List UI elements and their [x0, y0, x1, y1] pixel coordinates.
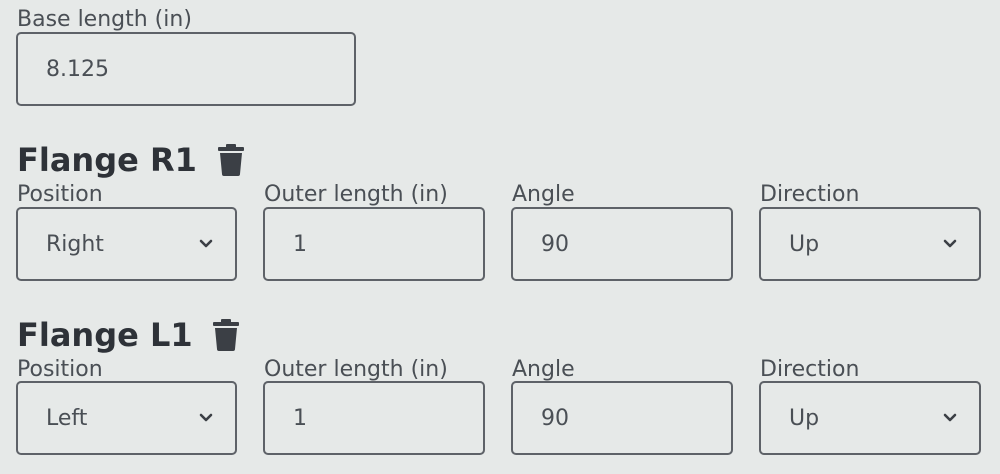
position-label: Position	[17, 357, 103, 382]
trash-icon[interactable]	[218, 144, 244, 176]
direction-label: Direction	[760, 357, 860, 382]
position-select[interactable]: Left	[16, 381, 237, 455]
position-select[interactable]: Right	[16, 207, 237, 281]
chevron-down-icon	[199, 413, 213, 422]
chevron-down-icon	[199, 239, 213, 248]
outer-length-label: Outer length (in)	[264, 357, 448, 382]
base-length-value: 8.125	[46, 56, 109, 82]
base-length-input[interactable]: 8.125	[16, 32, 356, 106]
outer-length-value: 1	[293, 405, 307, 431]
outer-length-input[interactable]: 1	[263, 381, 485, 455]
chevron-down-icon	[943, 413, 957, 422]
angle-input[interactable]: 90	[511, 381, 733, 455]
angle-value: 90	[541, 231, 569, 257]
trash-icon[interactable]	[213, 319, 239, 351]
direction-select[interactable]: Up	[759, 381, 981, 455]
angle-value: 90	[541, 405, 569, 431]
position-label: Position	[17, 182, 103, 207]
flange-r1-title: Flange R1	[17, 141, 197, 179]
angle-input[interactable]: 90	[511, 207, 733, 281]
base-length-label: Base length (in)	[17, 7, 192, 32]
position-value: Left	[46, 405, 88, 431]
direction-select[interactable]: Up	[759, 207, 981, 281]
flange-l1-title: Flange L1	[17, 316, 193, 354]
direction-value: Up	[789, 231, 820, 257]
outer-length-input[interactable]: 1	[263, 207, 485, 281]
position-value: Right	[46, 231, 104, 257]
outer-length-label: Outer length (in)	[264, 182, 448, 207]
angle-label: Angle	[512, 182, 575, 207]
outer-length-value: 1	[293, 231, 307, 257]
direction-value: Up	[789, 405, 820, 431]
chevron-down-icon	[943, 239, 957, 248]
direction-label: Direction	[760, 182, 860, 207]
angle-label: Angle	[512, 357, 575, 382]
